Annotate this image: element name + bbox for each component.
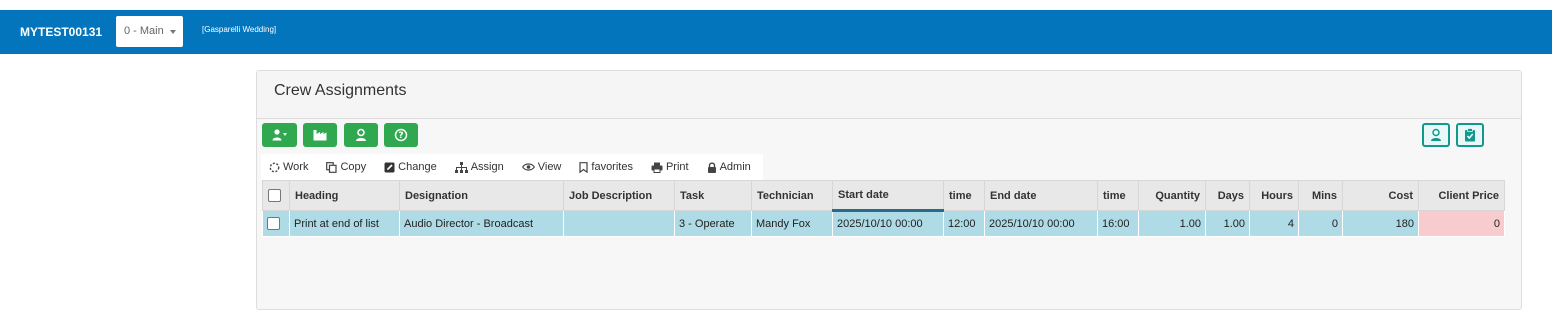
- col-end-time[interactable]: time: [1097, 180, 1139, 211]
- edit-icon: [384, 162, 395, 172]
- cell-start-time[interactable]: 12:00: [943, 210, 985, 237]
- menu-copy-label: Copy: [340, 161, 367, 173]
- menu-assign-label: Assign: [470, 161, 504, 173]
- copy-icon: [326, 161, 338, 173]
- sitemap-icon: [454, 161, 468, 173]
- col-job-description[interactable]: Job Description: [563, 180, 675, 211]
- cell-hours[interactable]: 4: [1249, 210, 1299, 237]
- cell-designation[interactable]: Audio Director - Broadcast: [399, 210, 564, 237]
- col-start-date[interactable]: Start date: [832, 180, 944, 212]
- col-quantity[interactable]: Quantity: [1138, 180, 1206, 211]
- cell-cost[interactable]: 180: [1342, 210, 1419, 237]
- cell-task[interactable]: 3 - Operate: [674, 210, 752, 237]
- job-number: MYTEST00131: [20, 25, 103, 39]
- bookmark-icon: [579, 161, 588, 173]
- help-button[interactable]: ?: [384, 123, 419, 147]
- warehouse-button[interactable]: [303, 123, 338, 147]
- add-crew-button[interactable]: [262, 123, 297, 147]
- select-all-checkbox[interactable]: [268, 189, 281, 202]
- menu-print[interactable]: Print: [651, 161, 689, 173]
- table-header-row: Heading Designation Job Description Task…: [262, 180, 1505, 212]
- technician-button[interactable]: [343, 123, 378, 147]
- col-days[interactable]: Days: [1205, 180, 1250, 211]
- panel-header: Crew Assignments: [257, 71, 1521, 119]
- menu-copy[interactable]: Copy: [326, 161, 366, 173]
- version-select[interactable]: 0 - Main: [116, 16, 183, 47]
- clipboard-button[interactable]: [1456, 123, 1484, 147]
- cell-technician[interactable]: Mandy Fox: [751, 210, 833, 237]
- menu-admin-label: Admin: [719, 161, 751, 173]
- technician-icon: [355, 128, 366, 141]
- col-mins[interactable]: Mins: [1298, 180, 1343, 211]
- technician-icon: [1430, 128, 1441, 141]
- cell-days[interactable]: 1.00: [1205, 210, 1250, 237]
- svg-text:?: ?: [399, 131, 404, 141]
- caret-down-icon: [170, 30, 176, 34]
- menu-work-label: Work: [283, 161, 309, 173]
- cell-job-description[interactable]: [563, 210, 675, 237]
- menu-change[interactable]: Change: [384, 161, 437, 173]
- help-icon: ?: [395, 128, 408, 142]
- row-select-cell[interactable]: [262, 210, 290, 237]
- col-cost[interactable]: Cost: [1342, 180, 1419, 211]
- menu-view-label: View: [537, 161, 562, 173]
- menu-change-label: Change: [398, 161, 437, 173]
- panel-title: Crew Assignments: [274, 82, 407, 99]
- col-designation[interactable]: Designation: [399, 180, 564, 211]
- clipboard-check-icon: [1465, 128, 1475, 142]
- menu-admin[interactable]: Admin: [707, 161, 751, 173]
- cell-heading[interactable]: Print at end of list: [289, 210, 400, 237]
- table-row[interactable]: Print at end of list Audio Director - Br…: [262, 210, 1505, 237]
- col-start-time[interactable]: time: [943, 180, 985, 211]
- version-select-value: 0 - Main: [124, 25, 164, 37]
- menu-view[interactable]: View: [521, 161, 562, 173]
- cell-mins[interactable]: 0: [1298, 210, 1343, 237]
- col-heading[interactable]: Heading: [289, 180, 400, 211]
- top-bar: MYTEST00131 0 - Main [Gasparelli Wedding…: [0, 10, 1552, 54]
- select-all-cell[interactable]: [262, 180, 290, 211]
- lock-icon: [707, 162, 716, 173]
- action-menu: Work Copy Change Assign View favorites P…: [261, 154, 763, 180]
- right-action-buttons: [1420, 123, 1484, 152]
- menu-print-label: Print: [665, 161, 689, 173]
- row-checkbox[interactable]: [267, 217, 280, 230]
- col-client-price[interactable]: Client Price: [1418, 180, 1505, 211]
- crew-assignments-panel: Crew Assignments ? Work Copy Change Assi…: [256, 70, 1522, 310]
- add-crew-icon: [272, 129, 287, 141]
- cell-end-date[interactable]: 2025/10/10 00:00: [984, 210, 1098, 237]
- cell-start-date[interactable]: 2025/10/10 00:00: [832, 210, 944, 237]
- cell-client-price[interactable]: 0: [1418, 210, 1505, 237]
- col-end-date[interactable]: End date: [984, 180, 1098, 211]
- technician-lookup-button[interactable]: [1421, 123, 1450, 147]
- eye-icon: [521, 163, 535, 171]
- col-task[interactable]: Task: [674, 180, 752, 211]
- col-technician[interactable]: Technician: [751, 180, 833, 211]
- printer-icon: [651, 162, 663, 173]
- job-name: [Gasparelli Wedding]: [202, 25, 277, 34]
- action-buttons: ?: [262, 123, 420, 147]
- menu-work[interactable]: Work: [269, 161, 308, 173]
- menu-assign[interactable]: Assign: [454, 161, 504, 173]
- spinner-icon: [269, 162, 280, 172]
- crew-assignments-table: Heading Designation Job Description Task…: [262, 180, 1505, 237]
- warehouse-icon: [313, 130, 327, 141]
- menu-favorites[interactable]: favorites: [579, 161, 633, 173]
- col-hours[interactable]: Hours: [1249, 180, 1299, 211]
- menu-favorites-label: favorites: [591, 161, 633, 173]
- cell-end-time[interactable]: 16:00: [1097, 210, 1139, 237]
- cell-quantity[interactable]: 1.00: [1138, 210, 1206, 237]
